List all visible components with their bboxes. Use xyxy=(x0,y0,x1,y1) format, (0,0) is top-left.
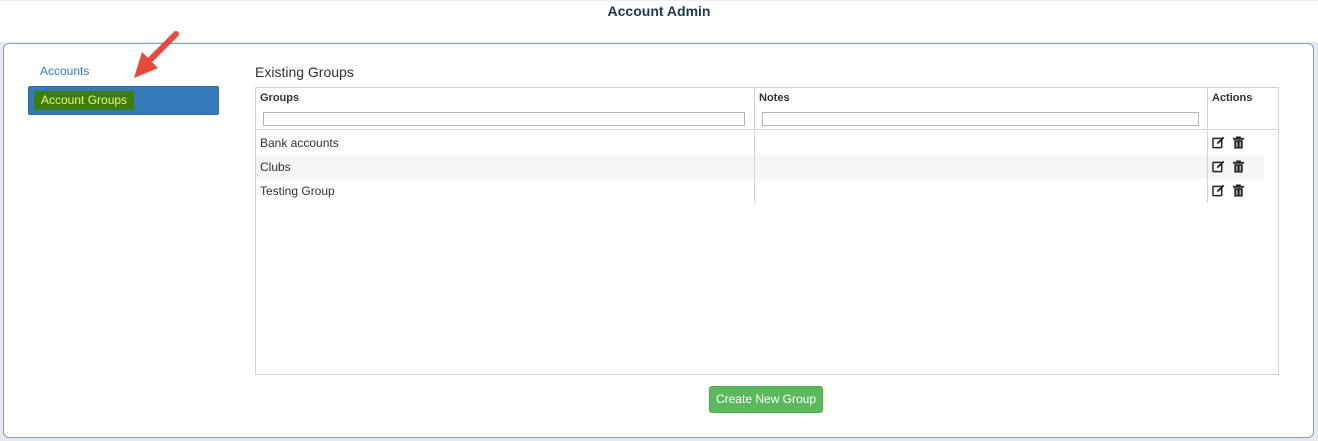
notes-filter-input[interactable] xyxy=(762,112,1199,126)
column-header-actions: Actions xyxy=(1208,88,1278,130)
create-new-group-button[interactable]: Create New Group xyxy=(709,386,823,413)
group-name-cell: Bank accounts xyxy=(256,131,755,155)
notes-cell xyxy=(755,179,1208,203)
actions-cell xyxy=(1208,131,1264,155)
groups-filter-input[interactable] xyxy=(263,112,745,126)
table-row[interactable]: Testing Group xyxy=(256,179,1264,203)
section-title: Existing Groups xyxy=(255,64,354,80)
column-header-groups: Groups xyxy=(256,88,755,130)
notes-cell xyxy=(755,131,1208,155)
top-bar: Account Admin xyxy=(0,0,1318,42)
main-panel: Accounts Account Groups Existing Groups … xyxy=(3,31,1314,438)
column-label: Actions xyxy=(1212,92,1253,104)
trash-icon[interactable] xyxy=(1232,136,1245,149)
group-name-cell: Testing Group xyxy=(256,179,755,203)
groups-table: Groups Notes Actions Bank accounts Clubs… xyxy=(255,87,1279,375)
sidebar-item-label: Account Groups xyxy=(34,91,135,110)
table-row[interactable]: Bank accounts xyxy=(256,131,1264,155)
page-title: Account Admin xyxy=(607,3,711,19)
column-label: Groups xyxy=(260,92,300,104)
edit-icon[interactable] xyxy=(1212,136,1225,149)
trash-icon[interactable] xyxy=(1232,184,1245,197)
actions-cell xyxy=(1208,155,1264,179)
sidebar-item-accounts[interactable]: Accounts xyxy=(40,64,89,78)
edit-icon[interactable] xyxy=(1212,160,1225,173)
edit-icon[interactable] xyxy=(1212,184,1225,197)
table-row[interactable]: Clubs xyxy=(256,155,1264,179)
table-header: Groups Notes Actions xyxy=(256,88,1278,130)
group-name-cell: Clubs xyxy=(256,155,755,179)
trash-icon[interactable] xyxy=(1232,160,1245,173)
notes-cell xyxy=(755,155,1208,179)
column-label: Notes xyxy=(759,92,790,104)
column-header-notes: Notes xyxy=(755,88,1208,130)
actions-cell xyxy=(1208,179,1264,203)
sidebar-item-account-groups[interactable]: Account Groups xyxy=(28,86,219,115)
